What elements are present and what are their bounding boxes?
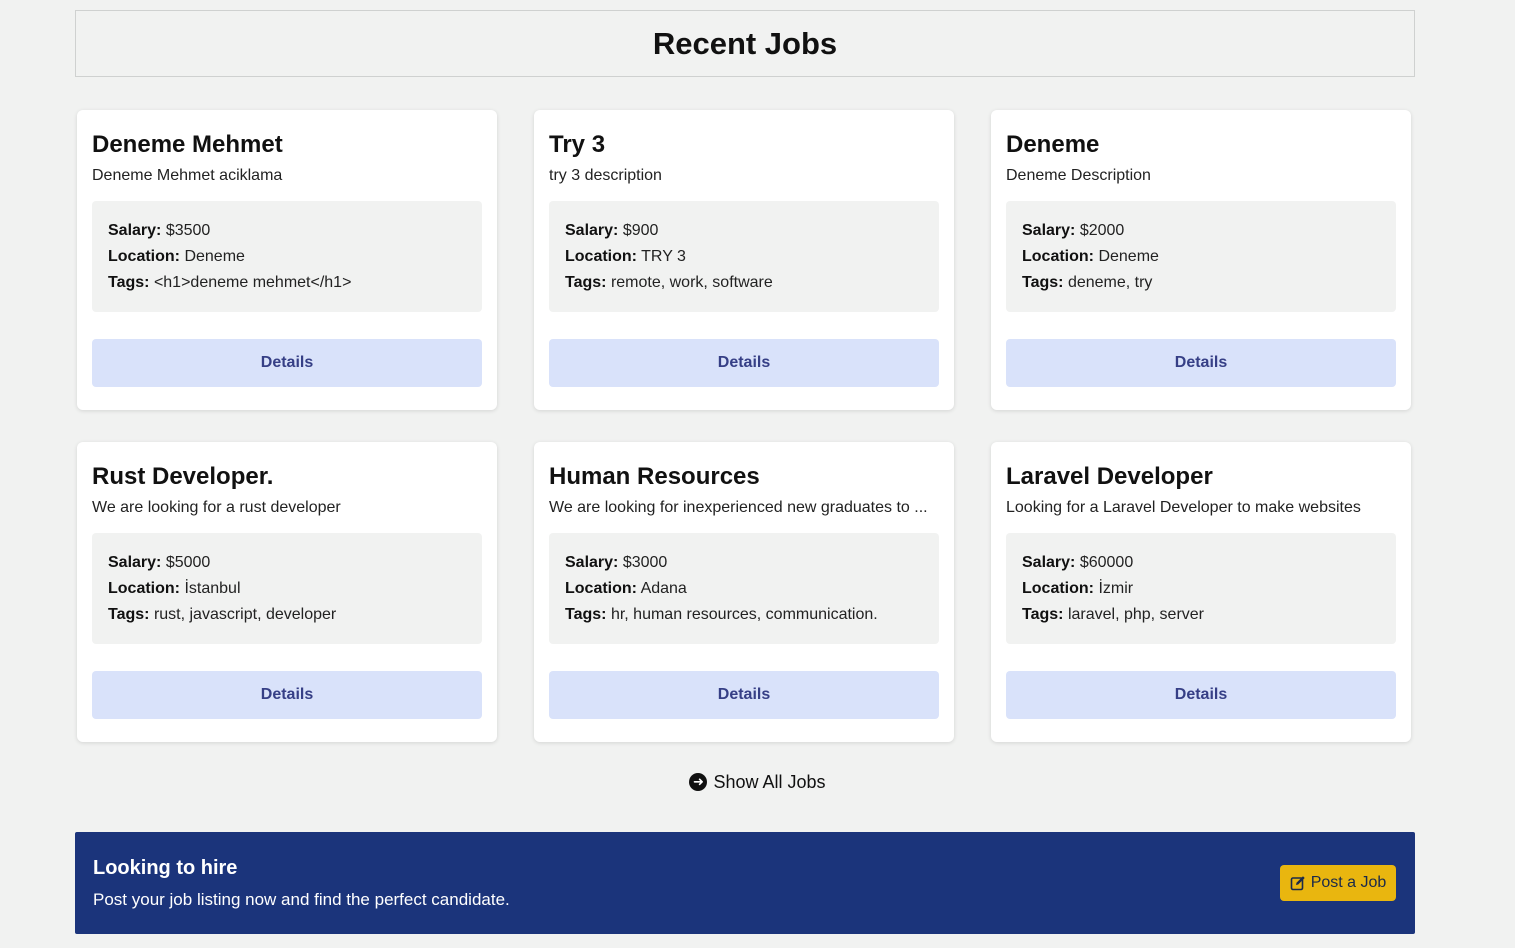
salary-value: $3500 xyxy=(165,222,211,239)
details-button[interactable]: Details xyxy=(1006,671,1396,719)
tags-value: remote, work, software xyxy=(610,274,773,291)
details-button[interactable]: Details xyxy=(1006,339,1396,387)
job-info-box: Salary: $3000 Location: Adana Tags: hr, … xyxy=(549,533,939,644)
show-all-jobs-link[interactable]: ➜ Show All Jobs xyxy=(689,771,826,793)
salary-line: Salary: $2000 xyxy=(1022,218,1380,244)
location-line: Location: Deneme xyxy=(1022,244,1380,270)
edit-icon xyxy=(1290,876,1305,891)
tags-line: Tags: remote, work, software xyxy=(565,270,923,296)
show-all-container: ➜ Show All Jobs xyxy=(0,770,1515,793)
tags-line: Tags: deneme, try xyxy=(1022,270,1380,296)
post-a-job-button[interactable]: Post a Job xyxy=(1280,865,1396,901)
details-button[interactable]: Details xyxy=(549,671,939,719)
job-description: We are looking for inexperienced new gra… xyxy=(549,499,928,516)
job-title: Deneme Mehmet xyxy=(92,131,283,158)
job-description: Deneme Description xyxy=(1006,167,1151,184)
salary-value: $5000 xyxy=(165,554,211,571)
location-value: İstanbul xyxy=(184,580,241,597)
salary-label: Salary: xyxy=(565,554,619,571)
salary-label: Salary: xyxy=(1022,222,1076,239)
job-description: We are looking for a rust developer xyxy=(92,499,341,516)
location-value: İzmir xyxy=(1098,580,1134,597)
job-card: Try 3 try 3 description Salary: $900 Loc… xyxy=(534,110,954,410)
salary-line: Salary: $3500 xyxy=(108,218,466,244)
location-line: Location: TRY 3 xyxy=(565,244,923,270)
job-info-box: Salary: $2000 Location: Deneme Tags: den… xyxy=(1006,201,1396,312)
location-line: Location: Adana xyxy=(565,576,923,602)
hire-banner-title: Looking to hire xyxy=(93,857,238,879)
tags-value: laravel, php, server xyxy=(1067,606,1204,623)
tags-label: Tags: xyxy=(108,274,150,291)
salary-line: Salary: $5000 xyxy=(108,550,466,576)
salary-label: Salary: xyxy=(565,222,619,239)
tags-line: Tags: rust, javascript, developer xyxy=(108,602,466,628)
tags-label: Tags: xyxy=(565,606,607,623)
page: Recent Jobs Deneme Mehmet Deneme Mehmet … xyxy=(0,0,1515,948)
job-card: Deneme Deneme Description Salary: $2000 … xyxy=(991,110,1411,410)
details-button[interactable]: Details xyxy=(549,339,939,387)
hire-banner: Looking to hire Post your job listing no… xyxy=(75,832,1415,934)
post-a-job-label: Post a Job xyxy=(1310,874,1387,891)
job-title: Rust Developer. xyxy=(92,463,274,490)
job-info-box: Salary: $60000 Location: İzmir Tags: lar… xyxy=(1006,533,1396,644)
job-title: Deneme xyxy=(1006,131,1100,158)
tags-line: Tags: <h1>deneme mehmet</h1> xyxy=(108,270,466,296)
job-title: Laravel Developer xyxy=(1006,463,1213,490)
job-card: Deneme Mehmet Deneme Mehmet aciklama Sal… xyxy=(77,110,497,410)
salary-line: Salary: $900 xyxy=(565,218,923,244)
tags-value: deneme, try xyxy=(1067,274,1153,291)
location-label: Location: xyxy=(565,580,637,597)
location-line: Location: İzmir xyxy=(1022,576,1380,602)
page-title: Recent Jobs xyxy=(652,25,838,61)
salary-line: Salary: $60000 xyxy=(1022,550,1380,576)
page-header: Recent Jobs xyxy=(75,10,1415,77)
location-value: Deneme xyxy=(184,248,245,265)
details-button[interactable]: Details xyxy=(92,339,482,387)
salary-label: Salary: xyxy=(108,222,162,239)
location-label: Location: xyxy=(1022,580,1094,597)
tags-label: Tags: xyxy=(1022,274,1064,291)
tags-label: Tags: xyxy=(565,274,607,291)
job-description: try 3 description xyxy=(549,167,662,184)
location-label: Location: xyxy=(108,580,180,597)
job-title: Try 3 xyxy=(549,131,606,158)
tags-line: Tags: laravel, php, server xyxy=(1022,602,1380,628)
location-value: Adana xyxy=(640,580,687,597)
job-info-box: Salary: $5000 Location: İstanbul Tags: r… xyxy=(92,533,482,644)
tags-value: <h1>deneme mehmet</h1> xyxy=(153,274,352,291)
salary-label: Salary: xyxy=(1022,554,1076,571)
salary-label: Salary: xyxy=(108,554,162,571)
arrow-circle-right-icon: ➜ xyxy=(689,773,708,791)
location-value: TRY 3 xyxy=(641,248,686,265)
tags-value: hr, human resources, communication. xyxy=(610,606,878,623)
location-value: Deneme xyxy=(1098,248,1159,265)
job-grid: Deneme Mehmet Deneme Mehmet aciklama Sal… xyxy=(77,110,1413,742)
details-button[interactable]: Details xyxy=(92,671,482,719)
hire-banner-text: Post your job listing now and find the p… xyxy=(93,890,510,909)
job-card: Laravel Developer Looking for a Laravel … xyxy=(991,442,1411,742)
show-all-jobs-label: Show All Jobs xyxy=(713,771,826,792)
location-label: Location: xyxy=(108,248,180,265)
tags-value: rust, javascript, developer xyxy=(153,606,337,623)
job-info-box: Salary: $900 Location: TRY 3 Tags: remot… xyxy=(549,201,939,312)
job-description: Deneme Mehmet aciklama xyxy=(92,167,283,184)
salary-line: Salary: $3000 xyxy=(565,550,923,576)
tags-line: Tags: hr, human resources, communication… xyxy=(565,602,923,628)
job-info-box: Salary: $3500 Location: Deneme Tags: <h1… xyxy=(92,201,482,312)
job-card: Rust Developer. We are looking for a rus… xyxy=(77,442,497,742)
salary-value: $900 xyxy=(622,222,659,239)
job-description: Looking for a Laravel Developer to make … xyxy=(1006,499,1361,516)
location-line: Location: Deneme xyxy=(108,244,466,270)
job-title: Human Resources xyxy=(549,463,760,490)
salary-value: $60000 xyxy=(1079,554,1134,571)
location-label: Location: xyxy=(565,248,637,265)
tags-label: Tags: xyxy=(108,606,150,623)
location-line: Location: İstanbul xyxy=(108,576,466,602)
salary-value: $2000 xyxy=(1079,222,1125,239)
job-card: Human Resources We are looking for inexp… xyxy=(534,442,954,742)
salary-value: $3000 xyxy=(622,554,668,571)
tags-label: Tags: xyxy=(1022,606,1064,623)
location-label: Location: xyxy=(1022,248,1094,265)
